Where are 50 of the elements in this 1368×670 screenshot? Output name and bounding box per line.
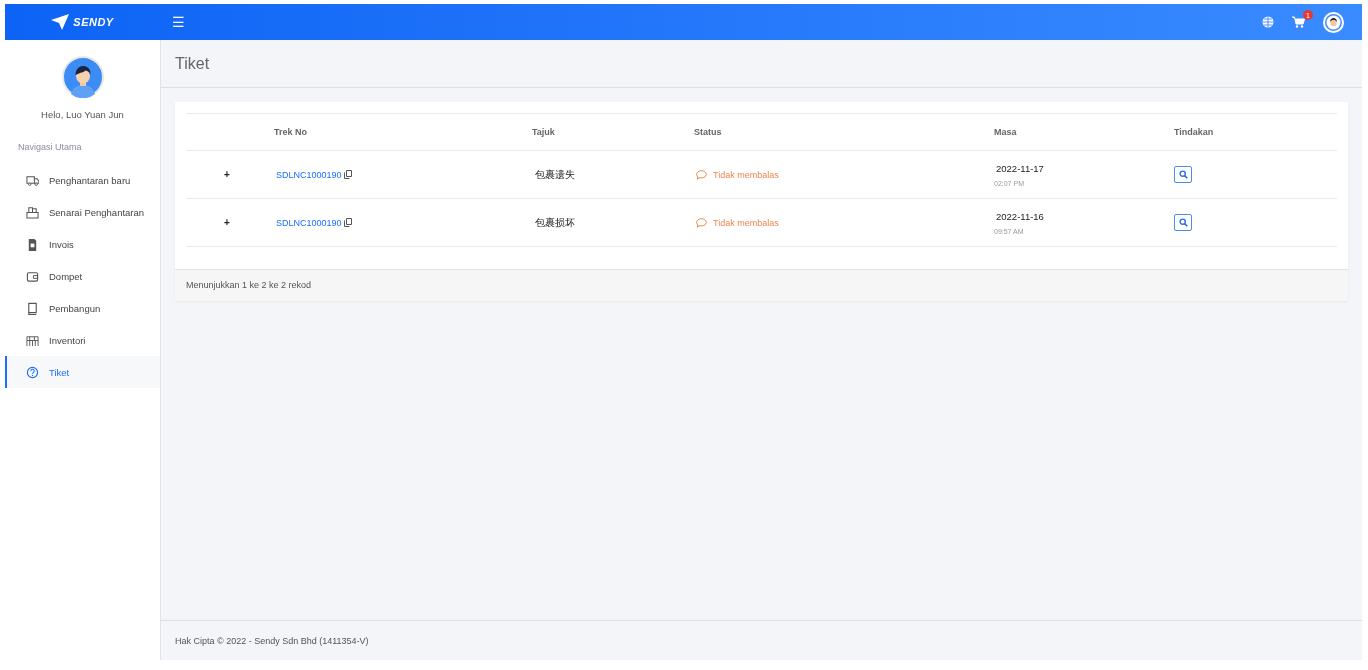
cart-icon[interactable] [1292, 16, 1305, 28]
column-header: Tajuk [532, 127, 556, 137]
nav-item[interactable]: Invois [5, 228, 160, 260]
column-header: Status [694, 127, 723, 137]
search-button[interactable] [1174, 166, 1192, 183]
column-header: Masa [994, 127, 1018, 137]
page-title: Tiket [175, 54, 210, 73]
chat-bubble-icon [696, 169, 707, 180]
greeting-text: Helo, Luo Yuan Jun [40, 109, 125, 120]
nav-item[interactable]: Pembangun [5, 292, 160, 324]
logo-text: SENDY [73, 16, 114, 28]
nav-icon [26, 269, 39, 283]
search-button[interactable] [1174, 214, 1192, 231]
table-cell-text: 包裹遗失 [534, 167, 576, 182]
tracking-link[interactable]: SDLNC1000190 [274, 169, 342, 180]
record-summary: Menunjukkan 1 ke 2 ke 2 rekod [175, 269, 1348, 301]
tracking-link[interactable]: SDLNC1000190 [274, 217, 342, 228]
search-icon [1178, 218, 1188, 227]
globe-icon[interactable] [1262, 16, 1274, 28]
avatar-icon [61, 56, 104, 98]
nav-item[interactable]: Inventori [5, 324, 160, 356]
nav-icon [26, 205, 39, 219]
expand-button[interactable]: + [186, 216, 274, 229]
nav-item[interactable]: Dompet [5, 260, 160, 292]
nav-icon [26, 173, 39, 187]
copyright-text: Hak Cipta © 2022 - Sendy Sdn Bhd (1411354-V) [175, 635, 369, 646]
expand-button[interactable]: + [186, 168, 274, 181]
column-header: Tindakan [1174, 127, 1215, 137]
nav-icon [26, 237, 39, 251]
nav-item[interactable]: Tiket [5, 356, 160, 388]
status-text: Tidak membalas [713, 217, 779, 228]
date-text: 2022-11-16 [995, 210, 1045, 222]
logo[interactable]: SENDY [5, 14, 160, 30]
avatar-icon[interactable] [1323, 11, 1344, 33]
nav-icon [26, 365, 39, 379]
table-cell-text: 包裹损坏 [534, 215, 576, 230]
paper-plane-icon [51, 14, 70, 30]
nav-icon [26, 333, 39, 347]
copy-icon[interactable] [343, 170, 352, 179]
status-text: Tidak membalas [713, 169, 779, 180]
menu-button[interactable]: ☰ [166, 14, 191, 30]
search-icon [1178, 170, 1188, 179]
column-header: Trek No [274, 127, 308, 137]
section-heading: Navigasi Utama [18, 142, 83, 152]
date-text: 2022-11-17 [995, 162, 1045, 174]
chat-bubble-icon [696, 217, 707, 228]
nav-icon [26, 301, 39, 315]
nav-item[interactable]: Senarai Penghantaran [5, 196, 160, 228]
nav-item[interactable]: Penghantaran baru [5, 164, 160, 196]
copy-icon[interactable] [343, 218, 352, 227]
